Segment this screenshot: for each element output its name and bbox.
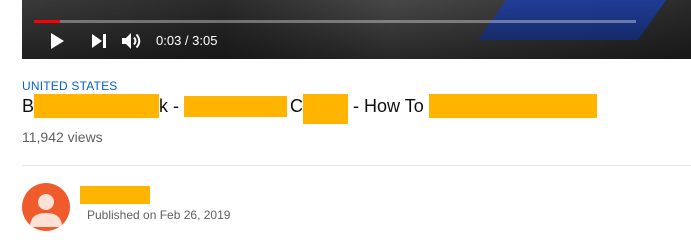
channel-name-redacted[interactable]: [80, 186, 150, 204]
controls-gradient: [22, 0, 691, 59]
video-player[interactable]: 0:03 / 3:05: [22, 0, 691, 59]
time-display: 0:03 / 3:05: [156, 33, 218, 48]
divider: [22, 165, 691, 166]
title-fragment: k -: [159, 96, 185, 116]
progress-bar[interactable]: [34, 20, 636, 23]
title-fragment: B: [22, 96, 35, 116]
title-fragment: - How To: [348, 96, 429, 116]
redaction-block: [184, 96, 288, 117]
volume-icon: [122, 33, 141, 49]
redaction-block: [428, 94, 597, 118]
video-title: Bk - C - How To: [22, 94, 597, 124]
redaction-block: [303, 94, 349, 124]
user-avatar-icon: [30, 194, 62, 227]
title-fragment: C: [290, 96, 304, 116]
volume-button[interactable]: [122, 32, 144, 50]
location-hashtag-link[interactable]: UNITED STATES: [22, 79, 118, 93]
view-count: 11,942 views: [22, 129, 103, 145]
progress-played: [34, 20, 60, 23]
published-date: Published on Feb 26, 2019: [87, 208, 231, 222]
channel-avatar[interactable]: [22, 183, 70, 231]
play-icon: [51, 33, 64, 49]
play-button[interactable]: [48, 32, 66, 50]
next-button[interactable]: [90, 32, 108, 50]
redaction-block: [34, 94, 160, 118]
next-icon: [92, 34, 106, 48]
